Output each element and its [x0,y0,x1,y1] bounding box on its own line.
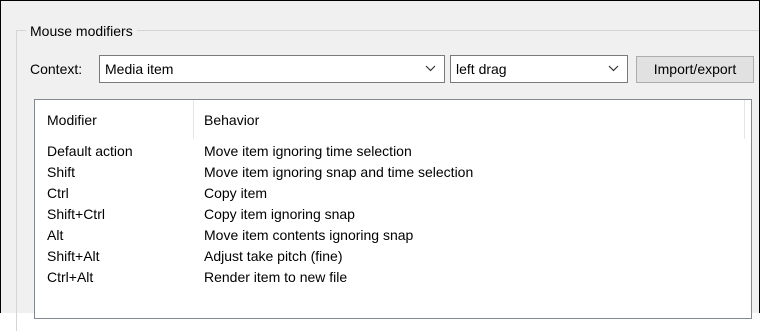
behavior-cell: Copy item ignoring snap [204,206,355,222]
list-row[interactable]: Alt Move item contents ignoring snap [35,225,745,246]
import-export-button[interactable]: Import/export [636,56,754,83]
list-row[interactable]: Shift Move item ignoring snap and time s… [35,162,745,183]
behavior-cell: Adjust take pitch (fine) [204,248,343,264]
behavior-cell: Move item ignoring time selection [204,143,412,159]
chevron-down-icon [608,65,619,72]
action-dropdown-value: left drag [456,61,507,77]
list-row[interactable]: Ctrl Copy item [35,183,745,204]
list-row[interactable]: Shift+Alt Adjust take pitch (fine) [35,246,745,267]
group-title: Mouse modifiers [26,23,137,39]
modifier-cell: Alt [47,227,64,243]
column-header-behavior[interactable]: Behavior [204,112,259,128]
context-label: Context: [30,61,83,77]
modifier-cell: Shift+Ctrl [47,206,105,222]
behavior-cell: Move item contents ignoring snap [204,227,414,243]
list-row[interactable]: Default action Move item ignoring time s… [35,141,745,162]
list-row[interactable]: Ctrl+Alt Render item to new file [35,267,745,288]
modifier-cell: Shift [47,164,76,180]
behavior-cell: Move item ignoring snap and time selecti… [204,164,474,180]
behavior-cell: Render item to new file [204,269,348,285]
list-header: Modifier Behavior [35,100,745,139]
modifier-cell: Default action [47,143,133,159]
modifier-cell: Shift+Alt [47,248,100,264]
list-row[interactable]: Shift+Ctrl Copy item ignoring snap [35,204,745,225]
context-dropdown[interactable]: Media item [99,55,445,83]
column-separator[interactable] [193,100,194,139]
column-separator[interactable] [744,100,745,139]
modifier-cell: Ctrl+Alt [47,269,94,285]
behavior-cell: Copy item [204,185,268,201]
context-dropdown-value: Media item [105,61,174,77]
modifier-cell: Ctrl [47,185,69,201]
chevron-down-icon [425,65,436,72]
modifier-list[interactable]: Modifier Behavior Default action Move it… [34,99,752,319]
action-dropdown[interactable]: left drag [450,55,628,83]
column-header-modifier[interactable]: Modifier [47,112,97,128]
